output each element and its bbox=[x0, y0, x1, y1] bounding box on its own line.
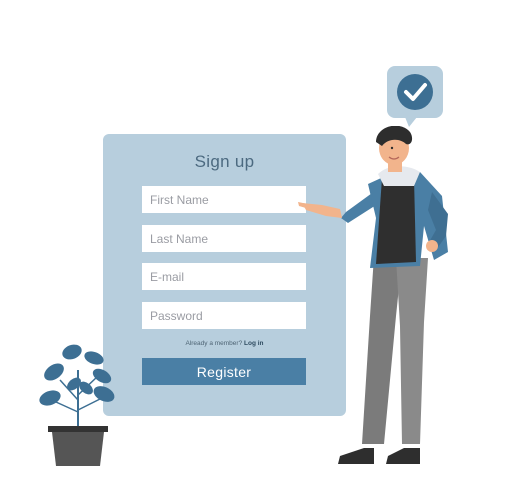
potted-plant-illustration bbox=[39, 344, 115, 466]
login-link[interactable]: Log in bbox=[244, 340, 264, 347]
email-input[interactable] bbox=[142, 263, 306, 290]
last-name-input[interactable] bbox=[142, 225, 306, 252]
password-input[interactable] bbox=[142, 302, 306, 329]
register-button[interactable]: Register bbox=[142, 358, 306, 385]
check-circle bbox=[397, 74, 433, 110]
member-prompt-text: Already a member? bbox=[185, 340, 243, 347]
checkmark-bubble-icon bbox=[387, 66, 443, 127]
person-illustration bbox=[298, 126, 448, 464]
first-name-input[interactable] bbox=[142, 186, 306, 213]
